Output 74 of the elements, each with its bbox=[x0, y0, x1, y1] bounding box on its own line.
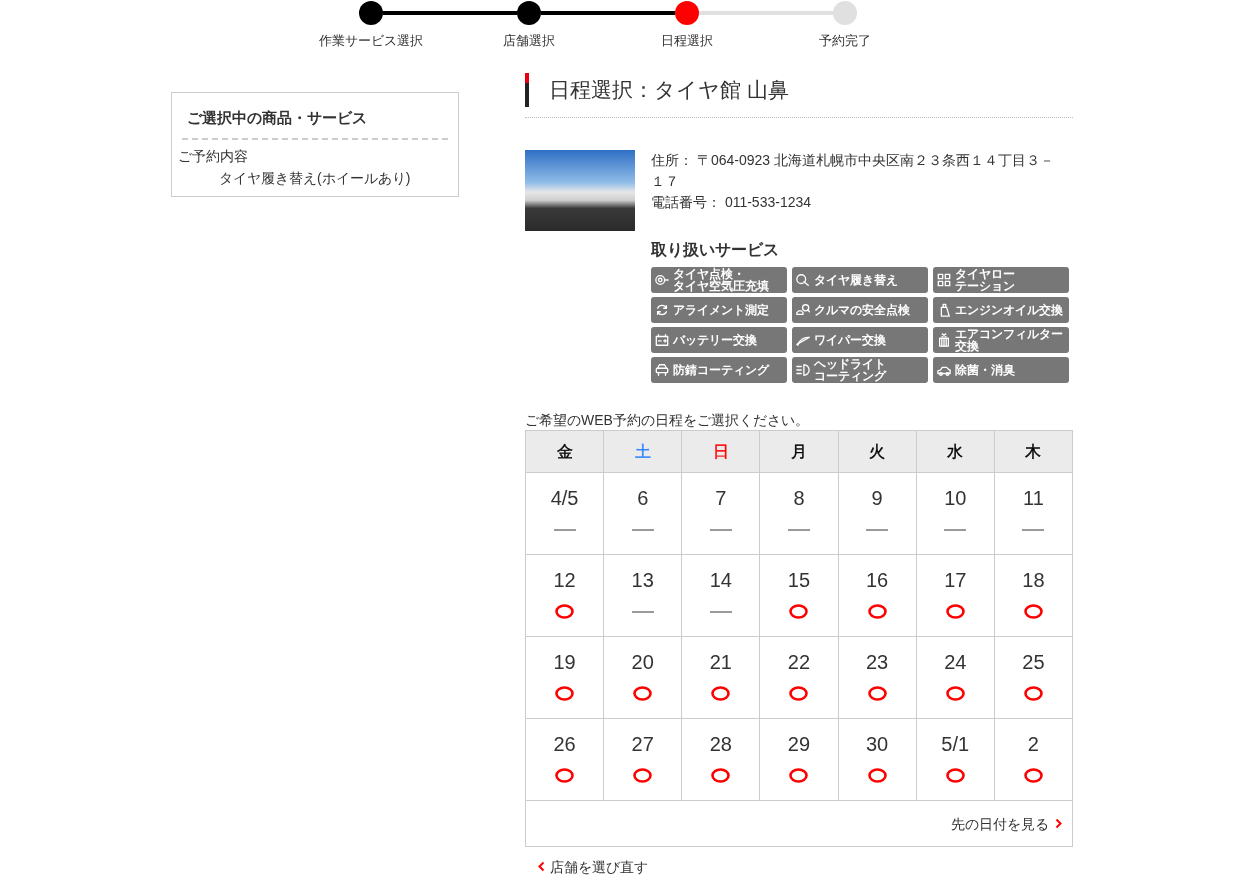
step-label: 日程選択 bbox=[661, 33, 713, 49]
service-label: タイヤローテーション bbox=[955, 268, 1015, 292]
calendar-date[interactable]: 28 bbox=[709, 732, 732, 756]
weekday-label: 金 bbox=[556, 442, 573, 460]
circular-arrows-icon bbox=[655, 303, 669, 317]
service-label: エンジンオイル交換 bbox=[955, 304, 1063, 316]
service-label: ワイパー交換 bbox=[814, 334, 886, 346]
service-label: クルマの安全点検 bbox=[814, 304, 910, 316]
car-front-icon bbox=[655, 363, 669, 377]
calendar-date: 8 bbox=[793, 486, 805, 510]
calendar-date: 9 bbox=[871, 486, 883, 510]
filter-icon bbox=[937, 333, 951, 347]
calendar-date[interactable]: 29 bbox=[787, 732, 811, 756]
reservation-item: タイヤ履き替え(ホイールあり) bbox=[219, 170, 411, 186]
services-heading: 取り扱いサービス bbox=[651, 240, 780, 260]
step-label: 店舗選択 bbox=[503, 33, 555, 49]
service-label: バッテリー交換 bbox=[673, 334, 757, 346]
service-label: エアコンフィルター交換 bbox=[955, 328, 1063, 352]
instruction-text: ご希望のWEB予約の日程をご選択ください。 bbox=[525, 411, 810, 430]
service-label: ヘッドライトコーティング bbox=[814, 358, 886, 382]
grid-squares-icon bbox=[937, 273, 951, 287]
chevron-left-icon bbox=[538, 861, 545, 872]
next-dates-link[interactable]: 先の日付を見る bbox=[951, 813, 1062, 834]
calendar-date: 7 bbox=[715, 486, 727, 510]
calendar-date[interactable]: 30 bbox=[866, 732, 889, 756]
calendar-date: 13 bbox=[631, 568, 654, 592]
car-magnifier-icon bbox=[796, 303, 810, 317]
calendar-date[interactable]: 25 bbox=[1022, 650, 1045, 674]
service-label: アライメント測定 bbox=[673, 304, 769, 316]
title-accent-bar bbox=[525, 73, 529, 107]
calendar-date[interactable]: 19 bbox=[553, 650, 576, 674]
calendar-date: 4/5 bbox=[550, 486, 579, 510]
weekday-label: 土 bbox=[634, 442, 651, 460]
magnifier-icon bbox=[796, 273, 810, 287]
calendar-date[interactable]: 16 bbox=[866, 568, 889, 592]
address-text: 住所： 〒064-0923 北海道札幌市中央区南２３条西１４丁目３－１７ bbox=[651, 151, 1055, 191]
step-label: 作業サービス選択 bbox=[319, 33, 423, 49]
page-title: 日程選択：タイヤ館 山鼻 bbox=[549, 77, 789, 103]
service-label: タイヤ履き替え bbox=[814, 274, 898, 286]
calendar-date[interactable]: 24 bbox=[944, 650, 967, 674]
tire-icon bbox=[655, 273, 669, 287]
weekday-label: 火 bbox=[869, 442, 886, 460]
calendar-date[interactable]: 17 bbox=[944, 568, 967, 592]
service-label: 除菌・消臭 bbox=[955, 364, 1015, 376]
card-title: ご選択中の商品・サービス bbox=[186, 108, 368, 128]
weekday-label: 日 bbox=[712, 442, 729, 460]
calendar-date: 6 bbox=[637, 486, 649, 510]
calendar-date[interactable]: 23 bbox=[866, 650, 889, 674]
step-label: 予約完了 bbox=[819, 33, 871, 49]
calendar-date[interactable]: 27 bbox=[631, 732, 654, 756]
service-label: タイヤ空気圧充填 bbox=[673, 280, 769, 292]
service-label: タイヤ点検・ bbox=[673, 268, 745, 280]
calendar-date[interactable]: 20 bbox=[631, 650, 654, 674]
chevron-right-icon bbox=[1055, 818, 1062, 829]
back-to-store-link[interactable]: 店舗を選び直す bbox=[538, 856, 648, 877]
calendar-date[interactable]: 22 bbox=[787, 650, 811, 674]
battery-icon bbox=[655, 333, 669, 347]
calendar-date[interactable]: 18 bbox=[1022, 568, 1045, 592]
calendar-date[interactable]: 26 bbox=[553, 732, 576, 756]
weekday-label: 月 bbox=[791, 442, 807, 460]
calendar-date: 10 bbox=[944, 486, 967, 510]
calendar-date: 11 bbox=[1023, 486, 1044, 510]
calendar-date: 14 bbox=[709, 568, 732, 592]
reservation-label: ご予約内容 bbox=[178, 148, 248, 164]
calendar-date[interactable]: 5/1 bbox=[941, 732, 970, 756]
weekday-label: 水 bbox=[947, 442, 964, 460]
service-label: 防錆コーティング bbox=[673, 364, 769, 376]
headlight-icon bbox=[796, 363, 810, 377]
calendar-date[interactable]: 2 bbox=[1027, 732, 1039, 756]
calendar-date[interactable]: 15 bbox=[787, 568, 811, 592]
phone-text: 電話番号： 011-533-1234 bbox=[651, 193, 813, 212]
weekday-label: 木 bbox=[1025, 442, 1042, 460]
calendar-date[interactable]: 12 bbox=[553, 568, 576, 592]
calendar-date[interactable]: 21 bbox=[709, 650, 732, 674]
